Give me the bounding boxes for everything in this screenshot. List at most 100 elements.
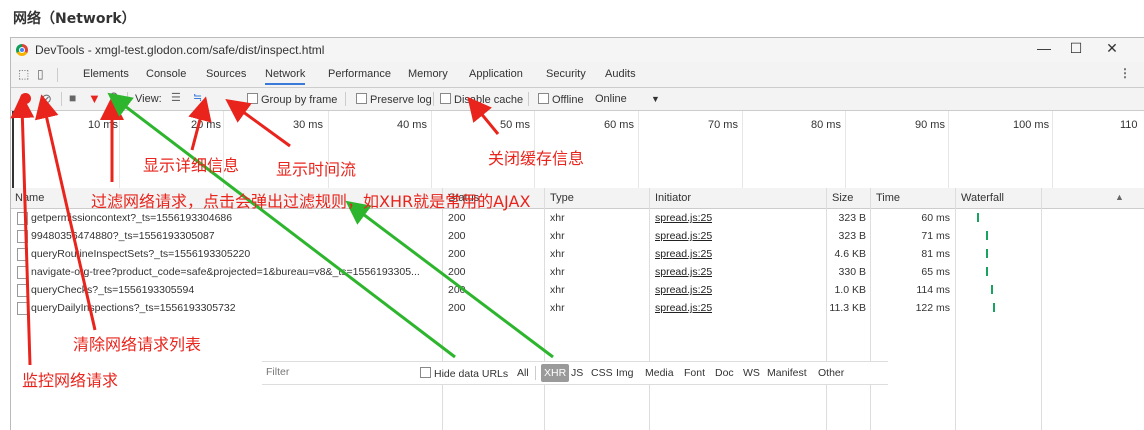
request-size: 330 B [838, 266, 866, 278]
chrome-icon [16, 44, 28, 56]
timeline-tick: 10 ms [88, 119, 118, 131]
filter-icon[interactable]: ▼ [88, 91, 101, 106]
minimize-button[interactable]: — [1029, 40, 1059, 56]
request-name: 99480356474880?_ts=1556193305087 [31, 230, 215, 242]
sort-arrow-icon[interactable]: ▲ [1115, 192, 1124, 202]
file-icon [17, 230, 28, 243]
file-icon [17, 212, 28, 225]
filter-type-other[interactable]: Other [818, 367, 844, 379]
tab-security[interactable]: Security [546, 68, 586, 80]
request-time: 81 ms [921, 248, 950, 260]
filter-type-ws[interactable]: WS [743, 367, 760, 379]
clear-icon[interactable]: ⊘ [41, 91, 52, 107]
timeline-tick: 90 ms [915, 119, 945, 131]
inspect-element-icon[interactable]: ⬚ [18, 67, 29, 81]
tab-network[interactable]: Network [265, 68, 306, 85]
filter-type-manifest[interactable]: Manifest [767, 367, 807, 379]
filter-type-xhr[interactable]: XHR [541, 364, 570, 382]
initiator-link[interactable]: spread.js:25 [655, 248, 712, 260]
initiator-link[interactable]: spread.js:25 [655, 302, 712, 314]
timeline-tick: 20 ms [191, 119, 221, 131]
column-initiator[interactable]: Initiator [655, 192, 691, 204]
filter-type-font[interactable]: Font [684, 367, 705, 379]
screenshot-camera-icon[interactable]: ■ [69, 91, 76, 105]
request-name: queryRoutineInspectSets?_ts=155619330522… [31, 248, 251, 260]
divider [528, 92, 529, 106]
record-icon[interactable] [20, 93, 31, 104]
hide-data-urls-checkbox[interactable]: Hide data URLs [420, 367, 508, 380]
annotation-clear: 清除网络请求列表 [73, 335, 202, 354]
divider [535, 366, 536, 380]
request-name: getpermissioncontext?_ts=1556193304686 [31, 212, 233, 224]
column-waterfall[interactable]: Waterfall [961, 192, 1004, 204]
grid-line [638, 111, 639, 193]
filter-input[interactable] [264, 364, 412, 380]
table-row[interactable]: navigate-org-tree?product_code=safe&proj… [11, 263, 1144, 281]
request-name: queryChecks?_ts=1556193305594 [31, 284, 195, 296]
filter-type-media[interactable]: Media [645, 367, 674, 379]
large-rows-icon[interactable]: ☰ [171, 91, 181, 104]
annotation-filter: 过滤网络请求，点击会弹出过滤规则，如XHR就是常用的AJAX [91, 192, 531, 211]
request-type: xhr [550, 266, 565, 278]
tab-audits[interactable]: Audits [605, 68, 636, 80]
waterfall-bar [991, 285, 993, 294]
device-toolbar-icon[interactable]: ▯ [37, 67, 44, 81]
column-size[interactable]: Size [832, 192, 853, 204]
request-status: 200 [448, 230, 466, 242]
request-type: xhr [550, 302, 565, 314]
column-type[interactable]: Type [550, 192, 574, 204]
request-time: 60 ms [921, 212, 950, 224]
tab-console[interactable]: Console [146, 68, 186, 80]
more-options-icon[interactable]: ⋮ [1119, 66, 1131, 80]
tab-application[interactable]: Application [469, 68, 523, 80]
divider [61, 92, 62, 106]
request-size: 4.6 KB [834, 248, 866, 260]
chevron-down-icon[interactable]: ▼ [651, 94, 660, 104]
filter-type-img[interactable]: Img [616, 367, 634, 379]
request-type: xhr [550, 212, 565, 224]
overview-icon[interactable]: ≒ [193, 91, 202, 104]
filter-type-all[interactable]: All [517, 367, 529, 379]
tab-elements[interactable]: Elements [83, 68, 129, 80]
initiator-link[interactable]: spread.js:25 [655, 266, 712, 278]
table-row[interactable]: queryChecks?_ts=1556193305594 200 xhr sp… [11, 281, 1144, 299]
grid-line [948, 111, 949, 193]
preserve-log-checkbox[interactable]: Preserve log [356, 93, 432, 106]
throttling-select[interactable]: Online [595, 93, 627, 105]
search-icon[interactable]: ⚲ [109, 90, 119, 106]
timeline-tick: 60 ms [604, 119, 634, 131]
table-row[interactable]: queryRoutineInspectSets?_ts=155619330522… [11, 245, 1144, 263]
disable-cache-checkbox[interactable]: Disable cache [440, 93, 523, 106]
tab-sources[interactable]: Sources [206, 68, 246, 80]
grid-line [328, 111, 329, 193]
group-by-frame-checkbox[interactable]: Group by frame [247, 93, 337, 106]
table-row[interactable]: queryDailyInspections?_ts=1556193305732 … [11, 299, 1144, 317]
filter-type-js[interactable]: JS [571, 367, 583, 379]
close-button[interactable]: ✕ [1097, 40, 1127, 57]
title-bar: DevTools - xmgl-test.glodon.com/safe/dis… [11, 38, 1144, 62]
initiator-link[interactable]: spread.js:25 [655, 284, 712, 296]
waterfall-bar [986, 267, 988, 276]
devtools-window: DevTools - xmgl-test.glodon.com/safe/dis… [10, 37, 1144, 430]
maximize-button[interactable]: ☐ [1061, 40, 1091, 57]
filter-type-doc[interactable]: Doc [715, 367, 734, 379]
request-type: xhr [550, 230, 565, 242]
initiator-link[interactable]: spread.js:25 [655, 212, 712, 224]
window-title: DevTools - xmgl-test.glodon.com/safe/dis… [35, 43, 325, 57]
request-time: 71 ms [921, 230, 950, 242]
table-row[interactable]: 99480356474880?_ts=1556193305087 200 xhr… [11, 227, 1144, 245]
grid-line [431, 111, 432, 193]
offline-checkbox[interactable]: Offline [538, 93, 584, 106]
annotation-disable-cache: 关闭缓存信息 [488, 149, 585, 168]
waterfall-bar [986, 249, 988, 258]
column-time[interactable]: Time [876, 192, 900, 204]
timeline-tick: 40 ms [397, 119, 427, 131]
request-status: 200 [448, 248, 466, 260]
request-time: 114 ms [916, 284, 950, 296]
request-size: 323 B [838, 230, 866, 242]
initiator-link[interactable]: spread.js:25 [655, 230, 712, 242]
tab-performance[interactable]: Performance [328, 68, 391, 80]
filter-type-css[interactable]: CSS [591, 367, 613, 379]
column-name[interactable]: Name [15, 192, 44, 204]
tab-memory[interactable]: Memory [408, 68, 448, 80]
